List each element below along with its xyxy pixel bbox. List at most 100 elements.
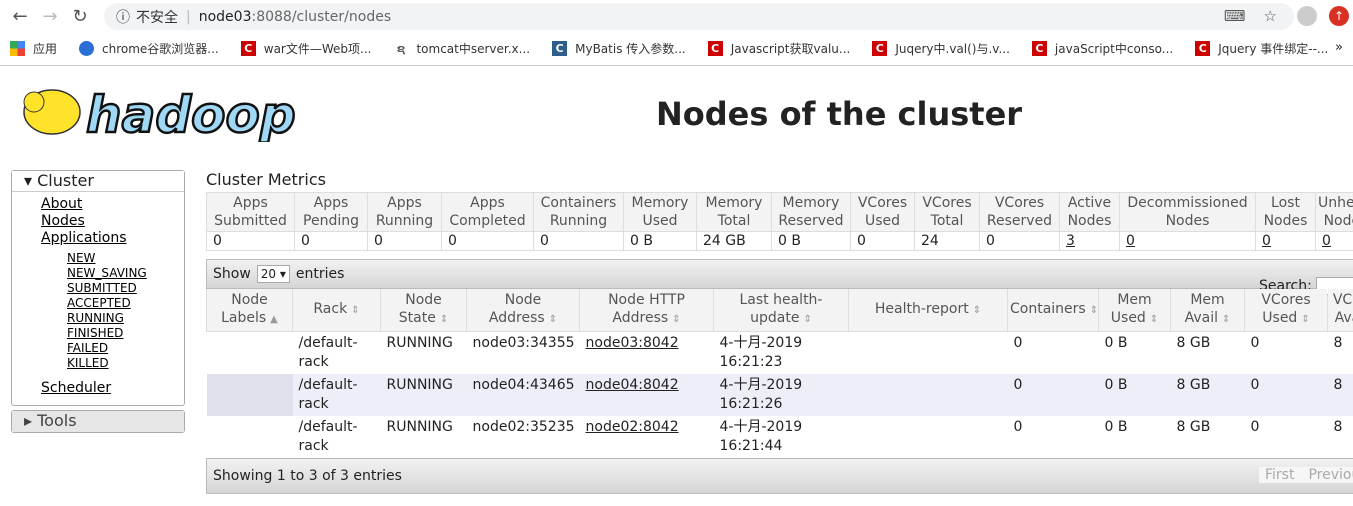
sort-icon: ⇕ xyxy=(548,314,558,325)
metric-value: 0 xyxy=(367,231,442,251)
app-states-list: NEW NEW_SAVING SUBMITTED ACCEPTED RUNNING FIN… xyxy=(12,251,184,371)
app-state-link-new[interactable]: NEW xyxy=(12,251,184,266)
cell-text: 8 GB xyxy=(1176,335,1211,351)
feather-icon: ຊ xyxy=(396,41,406,55)
app-state-link-new_saving[interactable]: NEW_SAVING xyxy=(12,266,184,281)
bookmark-item[interactable]: CjavaScript中conso... xyxy=(1031,40,1173,57)
apps-icon xyxy=(10,40,25,56)
column-header[interactable]: Node State ⇕ xyxy=(380,289,467,332)
table-cell: 8 GB xyxy=(1170,416,1245,458)
tools-section-toggle[interactable]: ▸ Tools xyxy=(12,411,184,432)
table-cell: 0 xyxy=(1244,416,1328,458)
bookmark-label: Juqery中.val()与.v... xyxy=(895,41,1010,56)
bookmark-item[interactable]: Cwar文件—Web项... xyxy=(240,40,371,57)
cluster-section-toggle[interactable]: ▾ Cluster xyxy=(12,171,184,192)
column-header[interactable]: Last health-update ⇕ xyxy=(713,289,849,332)
column-header-line: Used xyxy=(1262,310,1298,326)
address-bar[interactable]: ⓘ 不安全 | node03:8088/cluster/nodes xyxy=(104,3,1294,30)
column-header[interactable]: Health-report ⇕ xyxy=(848,289,1008,332)
metric-link[interactable]: 0 xyxy=(1322,233,1331,249)
metric-value: 0 xyxy=(850,231,915,251)
sidebar-link-applications[interactable]: Applications xyxy=(12,230,184,247)
metric-value: 3 xyxy=(1059,231,1120,251)
node-http-link[interactable]: node02:8042 xyxy=(586,419,679,435)
column-header-line: Containers xyxy=(1010,301,1086,317)
first-page-button[interactable]: First xyxy=(1265,467,1294,483)
cell-text: 8 xyxy=(1333,335,1343,351)
metric-header: Lost Nodes xyxy=(1255,192,1316,232)
app-state-link-failed[interactable]: FAILED xyxy=(12,341,184,356)
app-state-link-submitted[interactable]: SUBMITTED xyxy=(12,281,184,296)
metric-header-line: Total xyxy=(930,213,964,229)
table-cell: 0 B xyxy=(1098,416,1171,458)
cell-text: 4-十月-2019 16:21:26 xyxy=(719,377,803,412)
sidebar-link-nodes[interactable]: Nodes xyxy=(12,213,184,230)
metric-link[interactable]: 3 xyxy=(1066,233,1075,249)
column-header[interactable]: Containers ⇕ xyxy=(1007,289,1099,332)
star-icon[interactable]: ☆ xyxy=(1264,7,1277,25)
bookmarks-more-button[interactable]: » xyxy=(1335,40,1343,55)
metric-value: 0 B xyxy=(623,231,697,251)
column-header[interactable]: Mem Avail ⇕ xyxy=(1170,289,1245,332)
bookmark-item[interactable]: 应用 xyxy=(10,40,57,57)
page-size-select[interactable]: 20 ▾ xyxy=(256,265,290,283)
sort-icon: ⇕ xyxy=(672,314,681,325)
profile-avatar[interactable] xyxy=(1297,6,1317,26)
column-header[interactable]: Node HTTP Address ⇕ xyxy=(579,289,714,332)
previous-page-button[interactable]: Previous xyxy=(1308,467,1353,483)
bookmark-label: Javascript获取valu... xyxy=(730,41,851,56)
metric-header-line: Apps xyxy=(233,195,268,211)
table-cell: 0 xyxy=(1007,331,1099,374)
metric-value: 0 xyxy=(294,231,368,251)
cell-text: 0 xyxy=(1013,335,1023,351)
node-http-link[interactable]: node04:8042 xyxy=(586,377,679,393)
bookmark-item[interactable]: C MyBatis 传入参数... xyxy=(552,40,686,57)
update-icon[interactable]: ↑ xyxy=(1329,6,1349,26)
sidebar-link-scheduler[interactable]: Scheduler xyxy=(12,380,184,397)
bookmark-item[interactable]: chrome谷歌浏览器... xyxy=(79,40,219,57)
app-state-link-finished[interactable]: FINISHED xyxy=(12,326,184,341)
sort-icon: ⇕ xyxy=(1089,305,1099,316)
bookmark-item[interactable]: C Javascript获取valu... xyxy=(707,40,851,57)
metric-header: Containers Running xyxy=(533,192,624,232)
metric-header-line: Memory xyxy=(782,195,840,211)
bookmark-item[interactable]: C Jquery 事件绑定--... xyxy=(1195,40,1328,57)
translate-icon[interactable]: ⌨ xyxy=(1224,7,1246,25)
metric-header-line: Memory xyxy=(631,195,689,211)
column-header-line: Address xyxy=(612,310,669,326)
table-cell: 8 xyxy=(1327,374,1353,416)
column-header[interactable]: VCores Used ⇕ xyxy=(1244,289,1328,332)
column-header[interactable]: VCoresAvail⇕ xyxy=(1327,289,1353,332)
column-header[interactable]: Rack ⇕ xyxy=(292,289,381,332)
cell-text: 0 B xyxy=(1104,335,1128,351)
bookmark-item[interactable]: ຊ tomcat中server.x... xyxy=(393,40,530,57)
metric-header-line: Reserved xyxy=(986,213,1053,229)
cell-text: /default-rack xyxy=(298,377,358,412)
bookmark-item[interactable]: C Juqery中.val()与.v... xyxy=(872,40,1010,57)
bookmark-label: chrome谷歌浏览器... xyxy=(102,41,219,56)
sidebar-link-about[interactable]: About xyxy=(12,196,184,213)
column-header[interactable]: Node Address ⇕ xyxy=(466,289,580,332)
sort-asc-icon: ▲ xyxy=(270,314,278,325)
metric-link[interactable]: 0 xyxy=(1262,233,1271,249)
metric-header-line: Reserved xyxy=(778,213,844,229)
metric-text: 0 xyxy=(986,233,995,249)
metric-header: Memory Total xyxy=(696,192,772,232)
forward-icon[interactable]: → xyxy=(38,4,62,28)
metric-header-line: Running xyxy=(375,213,434,229)
metric-header-line: VCores xyxy=(922,195,972,211)
metric-header-line: Nodes xyxy=(1323,213,1353,229)
info-icon[interactable]: ⓘ xyxy=(116,7,130,27)
table-cell: 8 GB xyxy=(1170,331,1245,374)
app-state-link-killed[interactable]: KILLED xyxy=(12,356,184,371)
back-icon[interactable]: ← xyxy=(8,4,32,28)
app-state-link-accepted[interactable]: ACCEPTED xyxy=(12,296,184,311)
reload-icon[interactable]: ↻ xyxy=(68,4,92,28)
metric-header-line: Active xyxy=(1067,195,1112,211)
column-header[interactable]: Node Labels ▲ xyxy=(206,289,293,332)
app-state-link-running[interactable]: RUNNING xyxy=(12,311,184,326)
column-header[interactable]: Mem Used ⇕ xyxy=(1098,289,1171,332)
node-http-link[interactable]: node03:8042 xyxy=(586,335,679,351)
metric-header-line: Running xyxy=(549,213,608,229)
metric-link[interactable]: 0 xyxy=(1126,233,1135,249)
